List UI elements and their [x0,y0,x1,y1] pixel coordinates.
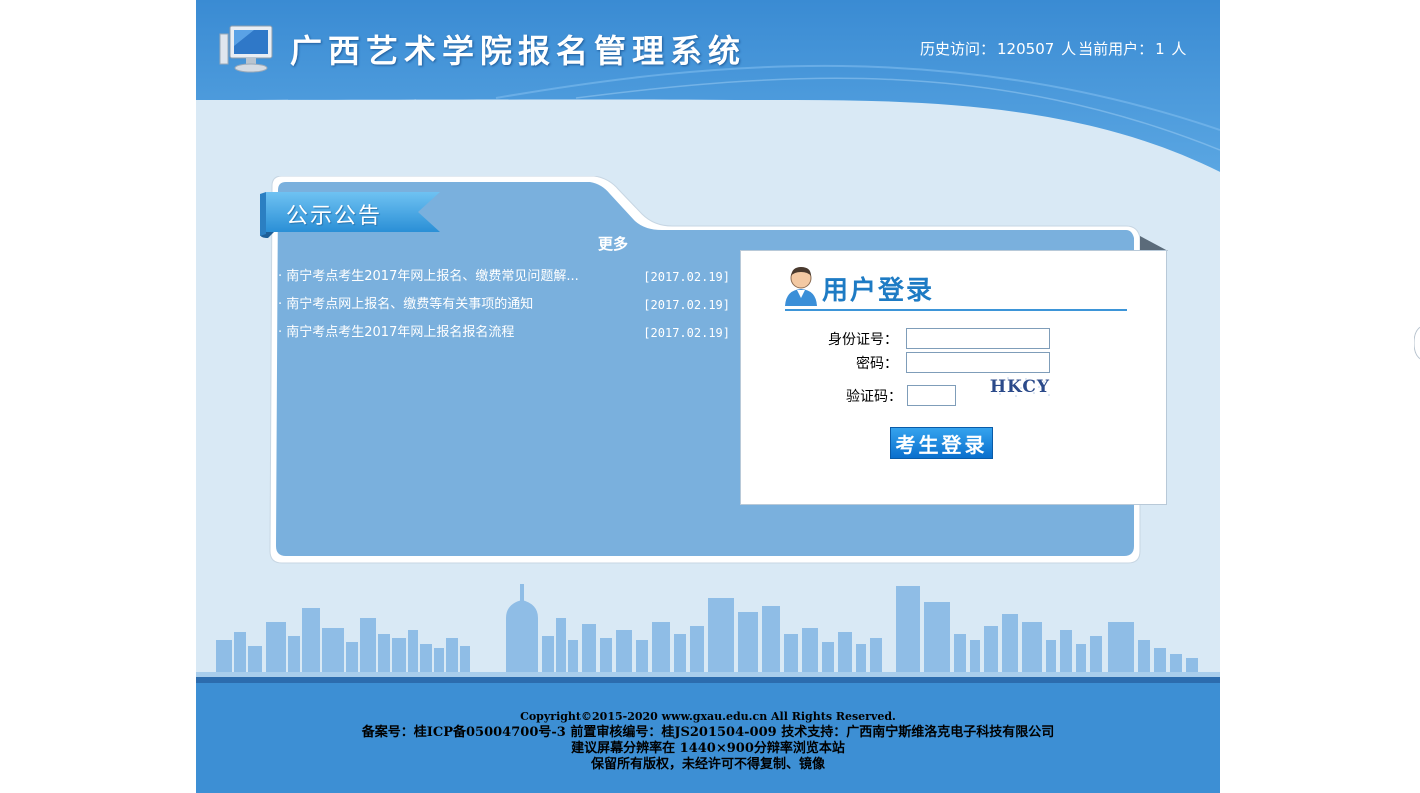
student-login-button[interactable]: 考生登录 [890,427,993,459]
footer-copyright: Copyright©2015-2020 www.gxau.edu.cn All … [520,710,896,723]
side-widget-edge[interactable] [1414,326,1420,360]
id-number-label: 身份证号： [828,332,898,348]
notice-title-link[interactable]: · 南宁考点考生2017年网上报名报名流程 [278,322,514,344]
password-input[interactable] [906,352,1050,373]
notice-item: · 南宁考点考生2017年网上报名报名流程 [2017.02.19] [278,322,730,350]
history-visits-label: 历史访问： [920,40,996,58]
captcha-label: 验证码： [846,389,902,405]
footer-resolution-tip: 建议屏幕分辨率在 1440×900分辩率浏览本站 [571,741,845,756]
login-title: 用户登录 [822,276,935,306]
computer-icon [219,25,273,73]
history-visits-unit: 人 [1061,40,1077,58]
site-title: 广西艺术学院报名管理系统 [290,32,747,70]
notice-item: · 南宁考点网上报名、缴费等有关事项的通知 [2017.02.19] [278,294,730,322]
notice-title-link[interactable]: · 南宁考点考生2017年网上报名、缴费常见问题解... [278,266,579,288]
notice-date: [2017.02.19] [643,326,730,340]
login-box-fold [1140,236,1168,251]
captcha-input[interactable] [907,385,956,406]
visitor-stats: 历史访问： 120507 人当前用户： 1 人 [920,38,1188,59]
more-notices-link[interactable]: 更多 [598,233,628,254]
current-users-count: 1 [1155,40,1165,58]
footer: Copyright©2015-2020 www.gxau.edu.cn All … [196,677,1220,793]
notice-item: · 南宁考点考生2017年网上报名、缴费常见问题解... [2017.02.19… [278,266,730,294]
notice-date: [2017.02.19] [643,270,730,284]
history-visits-count: 120507 [997,40,1055,58]
notice-title-link[interactable]: · 南宁考点网上报名、缴费等有关事项的通知 [278,294,533,316]
login-title-divider [785,309,1127,311]
password-label: 密码： [856,356,898,372]
footer-rights: 保留所有版权，未经许可不得复制、镜像 [590,757,825,772]
user-avatar-icon [785,267,817,306]
header-banner: 广西艺术学院报名管理系统 历史访问： 120507 人当前用户： 1 人 [196,0,1220,180]
notice-list: · 南宁考点考生2017年网上报名、缴费常见问题解... [2017.02.19… [278,266,730,350]
current-users-label: 当前用户： [1078,40,1154,58]
footer-record-info: 备案号：桂ICP备05004700号-3 前置审核编号：桂JS201504-00… [361,725,1055,740]
page: 广西艺术学院报名管理系统 历史访问： 120507 人当前用户： 1 人 公示公告 … [196,0,1220,793]
id-number-input[interactable] [906,328,1050,349]
notice-date: [2017.02.19] [643,298,730,312]
captcha-image[interactable]: HKCY [986,374,1054,400]
captcha-text: HKCY [990,377,1050,397]
current-users-unit: 人 [1171,40,1187,58]
city-skyline-illustration [196,584,1220,678]
notice-tab-label: 公示公告 [286,204,383,229]
